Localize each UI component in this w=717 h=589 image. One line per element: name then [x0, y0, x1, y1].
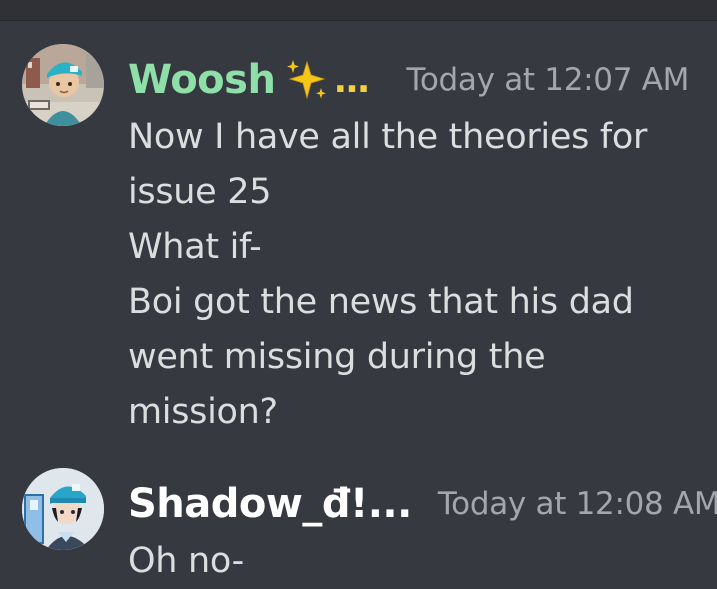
- sparkles-icon: [285, 58, 329, 102]
- avatar[interactable]: [22, 468, 104, 550]
- author-name-overflow: ...: [333, 59, 370, 101]
- message-line: Boi got the news that his dad: [128, 282, 634, 322]
- author-name[interactable]: Woosh: [128, 57, 276, 103]
- message-content: Now I have all the theories for issue 25…: [128, 110, 708, 440]
- message-line: Oh no-: [128, 541, 244, 581]
- author-name[interactable]: Shadow_đ!...: [128, 481, 412, 527]
- message-line: Now I have all the theories for: [128, 117, 648, 157]
- message-line: mission?: [128, 392, 278, 432]
- channel-top-bar: [0, 0, 717, 21]
- avatar[interactable]: [22, 44, 104, 126]
- timestamp[interactable]: Today at 12:08 AM: [438, 486, 717, 522]
- message-line: went missing during the: [128, 337, 546, 377]
- message-content: Oh no-: [128, 534, 708, 589]
- message-line: What if-: [128, 227, 262, 267]
- message-header: Shadow_đ!... Today at 12:08 AM: [128, 476, 717, 532]
- message-header: Woosh ... Today at 12:07 AM: [128, 52, 708, 108]
- message-line: issue 25: [128, 172, 272, 212]
- timestamp[interactable]: Today at 12:07 AM: [406, 62, 689, 98]
